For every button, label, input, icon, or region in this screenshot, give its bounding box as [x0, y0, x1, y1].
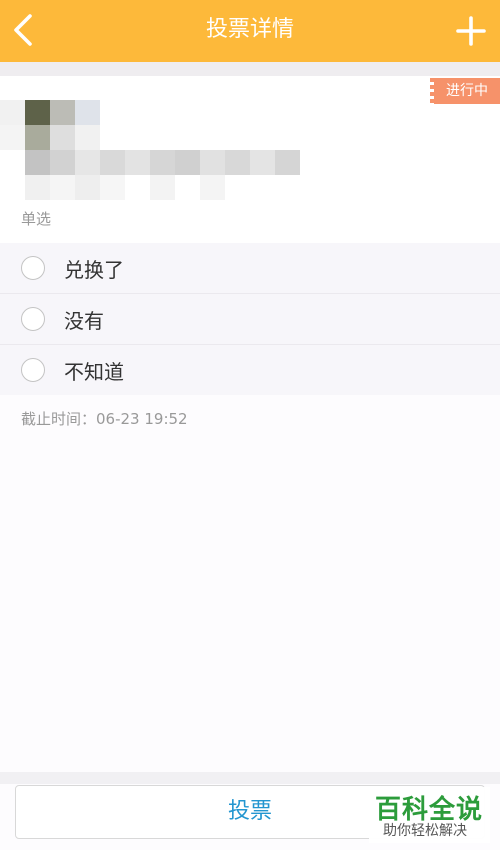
radio-button[interactable] [21, 307, 45, 331]
radio-button[interactable] [21, 256, 45, 280]
add-button[interactable] [456, 14, 486, 48]
nav-bar: 投票详情 [0, 0, 500, 62]
watermark-logo: 百科全说 助你轻松解决 [369, 787, 490, 843]
footer-separator [0, 772, 500, 784]
options-list: 兑换了 没有 不知道 [0, 243, 500, 395]
radio-button[interactable] [21, 358, 45, 382]
option-label: 兑换了 [64, 258, 124, 282]
deadline-text: 截止时间：06-23 19:52 [21, 410, 188, 428]
status-badge: 进行中 [430, 78, 500, 104]
section-gap [0, 62, 500, 76]
option-item[interactable]: 兑换了 [0, 243, 500, 293]
option-item[interactable]: 不知道 [0, 345, 500, 395]
option-item[interactable]: 没有 [0, 294, 500, 344]
blurred-vote-title [0, 80, 310, 200]
page-title: 投票详情 [205, 17, 294, 42]
option-label: 没有 [64, 309, 104, 333]
question-type-label: 单选 [21, 210, 52, 228]
plus-icon [456, 16, 486, 46]
watermark-subtitle: 助你轻松解决 [383, 823, 467, 839]
option-label: 不知道 [64, 360, 124, 384]
